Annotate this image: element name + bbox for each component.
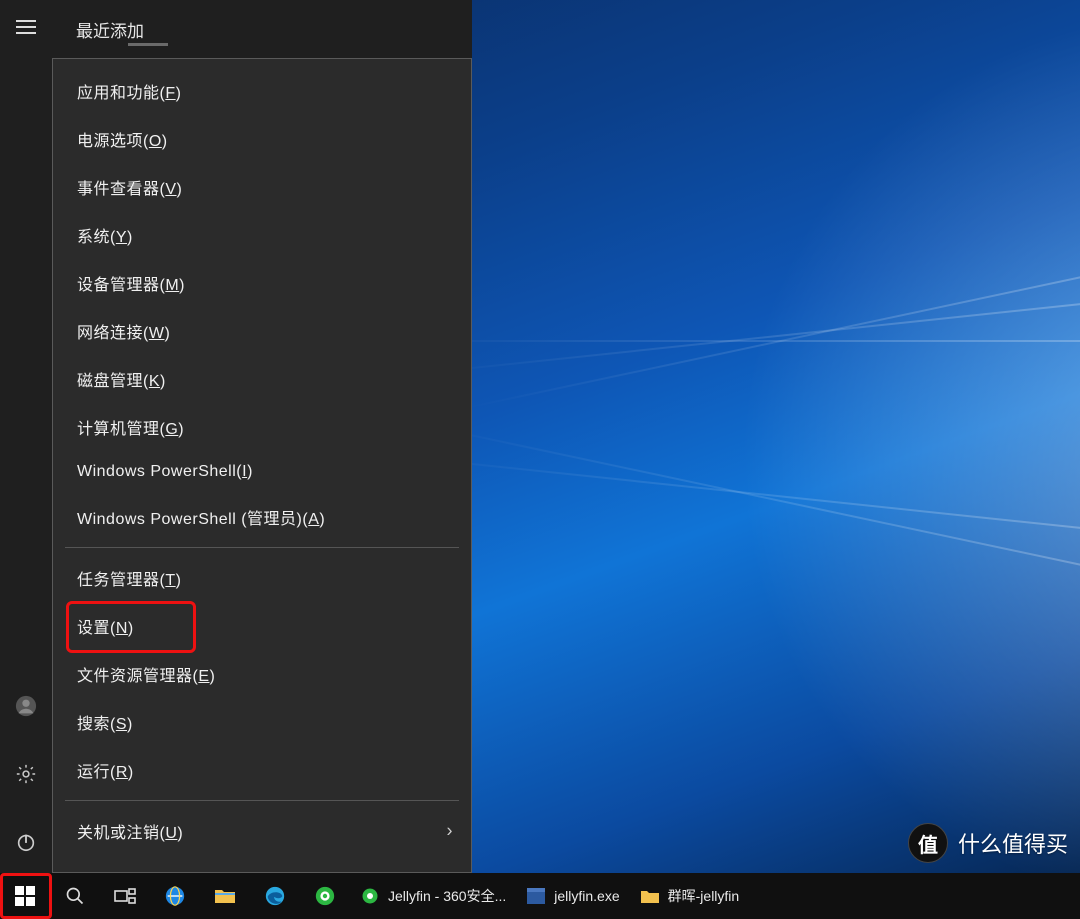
winx-context-menu: 应用和功能(F) 电源选项(O) 事件查看器(V) 系统(Y) 设备管理器(M) 网络连接… xyxy=(52,58,472,873)
menu-separator xyxy=(65,800,459,801)
winx-item[interactable]: 事件查看器(V) xyxy=(53,163,471,211)
chevron-right-icon: › xyxy=(447,821,454,842)
taskbar: Jellyfin - 360安全... jellyfin.exe 群晖-jell… xyxy=(0,873,1080,919)
winx-item-label: 网络连接(W) xyxy=(77,319,170,343)
taskbar-item-qunhui-folder[interactable]: 群晖-jellyfin xyxy=(630,873,750,919)
taskbar-360safe-icon[interactable] xyxy=(300,873,350,919)
winx-item[interactable]: 设置(N) xyxy=(53,602,471,650)
winx-item-label: Windows PowerShell (管理员)(A) xyxy=(77,505,325,529)
taskbar-item-label: jellyfin.exe xyxy=(554,888,619,904)
watermark-badge-icon: 值 xyxy=(908,823,948,863)
taskbar-item-label: 群晖-jellyfin xyxy=(668,886,740,906)
winx-item[interactable]: Windows PowerShell (管理员)(A) xyxy=(53,493,471,541)
winx-item-label: 磁盘管理(K) xyxy=(77,367,166,391)
winx-item-label: Windows PowerShell(I) xyxy=(77,463,253,481)
start-button[interactable] xyxy=(0,873,50,919)
browser-360-icon xyxy=(360,886,380,906)
taskbar-item-jellyfin-browser[interactable]: Jellyfin - 360安全... xyxy=(350,873,516,919)
exe-window-icon xyxy=(526,886,546,906)
winx-item[interactable]: 文件资源管理器(E) xyxy=(53,650,471,698)
start-left-rail xyxy=(0,0,52,873)
hamburger-icon[interactable] xyxy=(0,6,52,48)
winx-item-label: 关机或注销(U) xyxy=(77,819,183,843)
winx-item-label: 设置(N) xyxy=(77,614,134,638)
menu-separator xyxy=(65,547,459,548)
user-icon[interactable] xyxy=(0,685,52,727)
winx-item-label: 设备管理器(M) xyxy=(77,271,185,295)
winx-item-label: 应用和功能(F) xyxy=(77,79,181,103)
watermark-text: 什么值得买 xyxy=(958,827,1068,859)
winx-item[interactable]: 关机或注销(U) › xyxy=(53,807,471,855)
winx-item[interactable]: 磁盘管理(K) xyxy=(53,355,471,403)
task-view-icon[interactable] xyxy=(100,873,150,919)
settings-gear-icon[interactable] xyxy=(0,753,52,795)
winx-item-label: 文件资源管理器(E) xyxy=(77,662,215,686)
winx-item[interactable]: Windows PowerShell(I) xyxy=(53,451,471,493)
winx-item[interactable]: 系统(Y) xyxy=(53,211,471,259)
folder-icon xyxy=(640,886,660,906)
winx-item-label: 任务管理器(T) xyxy=(77,566,181,590)
winx-item-label: 电源选项(O) xyxy=(77,127,168,151)
winx-item[interactable]: 任务管理器(T) xyxy=(53,554,471,602)
winx-item[interactable]: 计算机管理(G) xyxy=(53,403,471,451)
winx-item-label: 搜索(S) xyxy=(77,710,133,734)
winx-item[interactable]: 网络连接(W) xyxy=(53,307,471,355)
taskbar-item-label: Jellyfin - 360安全... xyxy=(388,886,506,906)
winx-item[interactable]: 搜索(S) xyxy=(53,698,471,746)
search-icon[interactable] xyxy=(50,873,100,919)
winx-item-label: 运行(R) xyxy=(77,758,134,782)
winx-item[interactable]: 运行(R) xyxy=(53,746,471,794)
start-header-label: 最近添加 xyxy=(76,17,144,42)
taskbar-ie-icon[interactable] xyxy=(150,873,200,919)
winx-item-label: 计算机管理(G) xyxy=(77,415,184,439)
winx-item[interactable]: 应用和功能(F) xyxy=(53,67,471,115)
start-header: 最近添加 xyxy=(52,0,472,58)
winx-item[interactable]: 电源选项(O) xyxy=(53,115,471,163)
taskbar-explorer-icon[interactable] xyxy=(200,873,250,919)
winx-item[interactable]: 桌面(D) xyxy=(53,855,471,873)
winx-item-label: 事件查看器(V) xyxy=(77,175,182,199)
watermark: 值 什么值得买 xyxy=(908,823,1068,863)
power-icon[interactable] xyxy=(0,821,52,863)
taskbar-item-jellyfin-exe[interactable]: jellyfin.exe xyxy=(516,873,629,919)
winx-item[interactable]: 设备管理器(M) xyxy=(53,259,471,307)
taskbar-edge-icon[interactable] xyxy=(250,873,300,919)
winx-item-label: 系统(Y) xyxy=(77,223,133,247)
